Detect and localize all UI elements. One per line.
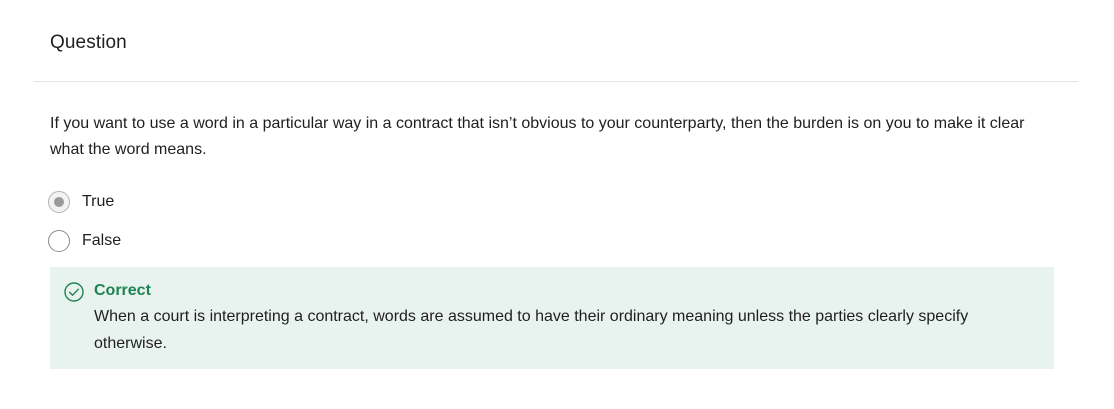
radio-button-unselected[interactable] — [48, 230, 70, 252]
question-header: Question — [34, 0, 1078, 82]
check-circle-icon — [64, 282, 84, 302]
radio-button-selected[interactable] — [48, 191, 70, 213]
option-true[interactable]: True — [48, 190, 114, 214]
option-label: False — [82, 232, 122, 249]
question-prompt: If you want to use a word in a particula… — [50, 115, 1025, 158]
option-label: True — [82, 193, 115, 210]
option-false[interactable]: False — [48, 229, 121, 253]
feedback-status: Correct — [94, 282, 151, 299]
feedback-explanation: When a court is interpreting a contract,… — [94, 308, 969, 352]
question-header-title: Question — [50, 32, 127, 53]
feedback-panel: Correct When a court is interpreting a c… — [50, 267, 1054, 369]
